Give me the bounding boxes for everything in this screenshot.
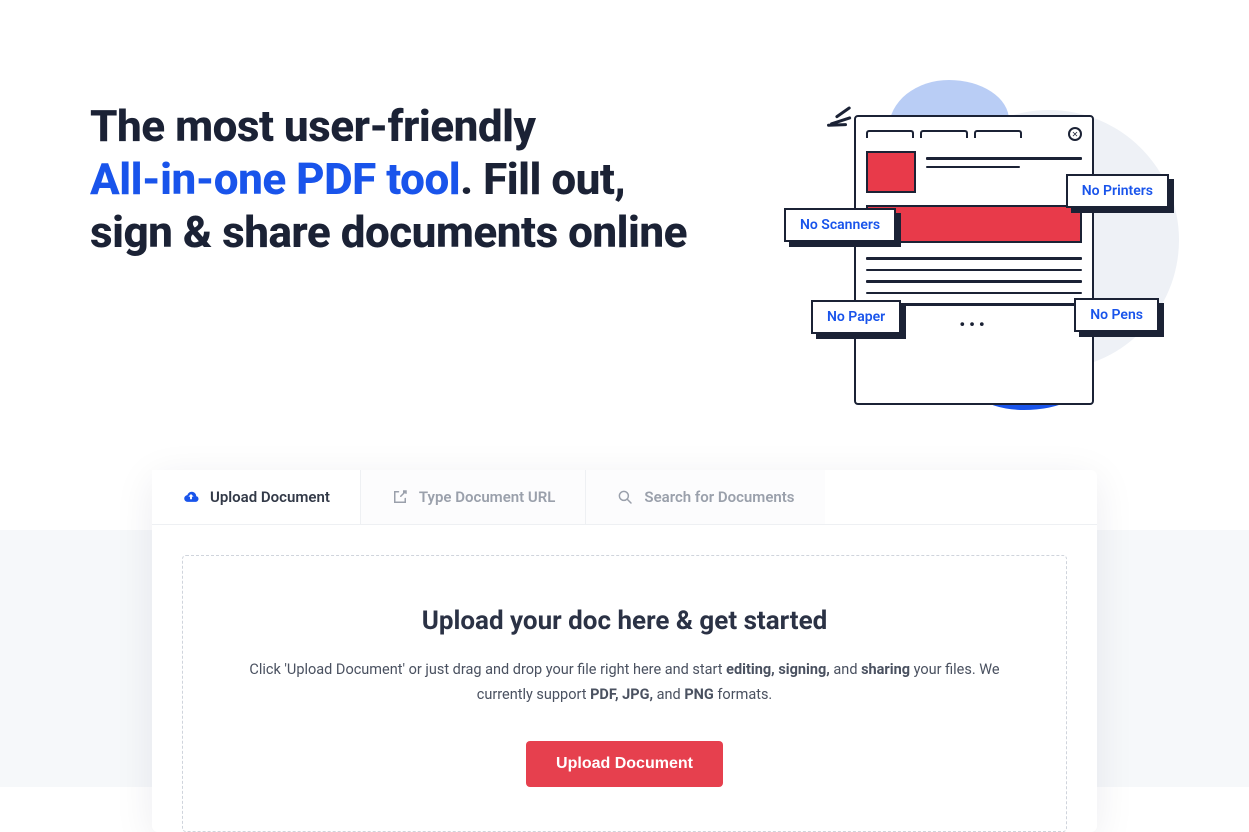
tab-url-label: Type Document URL (419, 488, 556, 506)
tab-upload-document[interactable]: Upload Document (152, 470, 361, 524)
dropzone-heading: Upload your doc here & get started (243, 606, 1006, 636)
tab-type-url[interactable]: Type Document URL (361, 470, 587, 524)
dropzone[interactable]: Upload your doc here & get started Click… (182, 555, 1067, 832)
tab-bar: Upload Document Type Document URL Search… (152, 470, 1097, 525)
external-link-icon (391, 488, 409, 506)
headline-line1: The most user-friendly (90, 100, 535, 152)
search-icon (616, 488, 634, 506)
callout-no-printers: No Printers (1066, 174, 1169, 208)
upload-panel: Upload Document Type Document URL Search… (152, 470, 1097, 832)
tab-upload-label: Upload Document (210, 488, 330, 506)
dropzone-description: Click 'Upload Document' or just drag and… (243, 658, 1006, 707)
motion-lines-icon (829, 108, 851, 131)
callout-no-scanners: No Scanners (784, 208, 896, 242)
tab-search-label: Search for Documents (644, 488, 794, 506)
hero-headline: The most user-friendly All-in-one PDF to… (90, 90, 687, 258)
hero-section: The most user-friendly All-in-one PDF to… (0, 0, 1249, 470)
tab-search-documents[interactable]: Search for Documents (586, 470, 824, 524)
headline: The most user-friendly All-in-one PDF to… (90, 100, 687, 258)
callout-no-pens: No Pens (1074, 298, 1159, 332)
upload-document-button[interactable]: Upload Document (526, 741, 723, 787)
headline-line3: sign & share documents online (90, 206, 687, 258)
headline-line2-after: . Fill out, (460, 153, 625, 205)
close-icon: ✕ (1068, 127, 1082, 141)
headline-highlight: All-in-one PDF tool (90, 153, 460, 205)
callout-no-paper: No Paper (811, 300, 901, 334)
document-window-icon: ✕ ••• (854, 115, 1094, 405)
hero-illustration: ✕ ••• No Scanners (769, 90, 1189, 440)
cloud-upload-icon (182, 488, 200, 506)
